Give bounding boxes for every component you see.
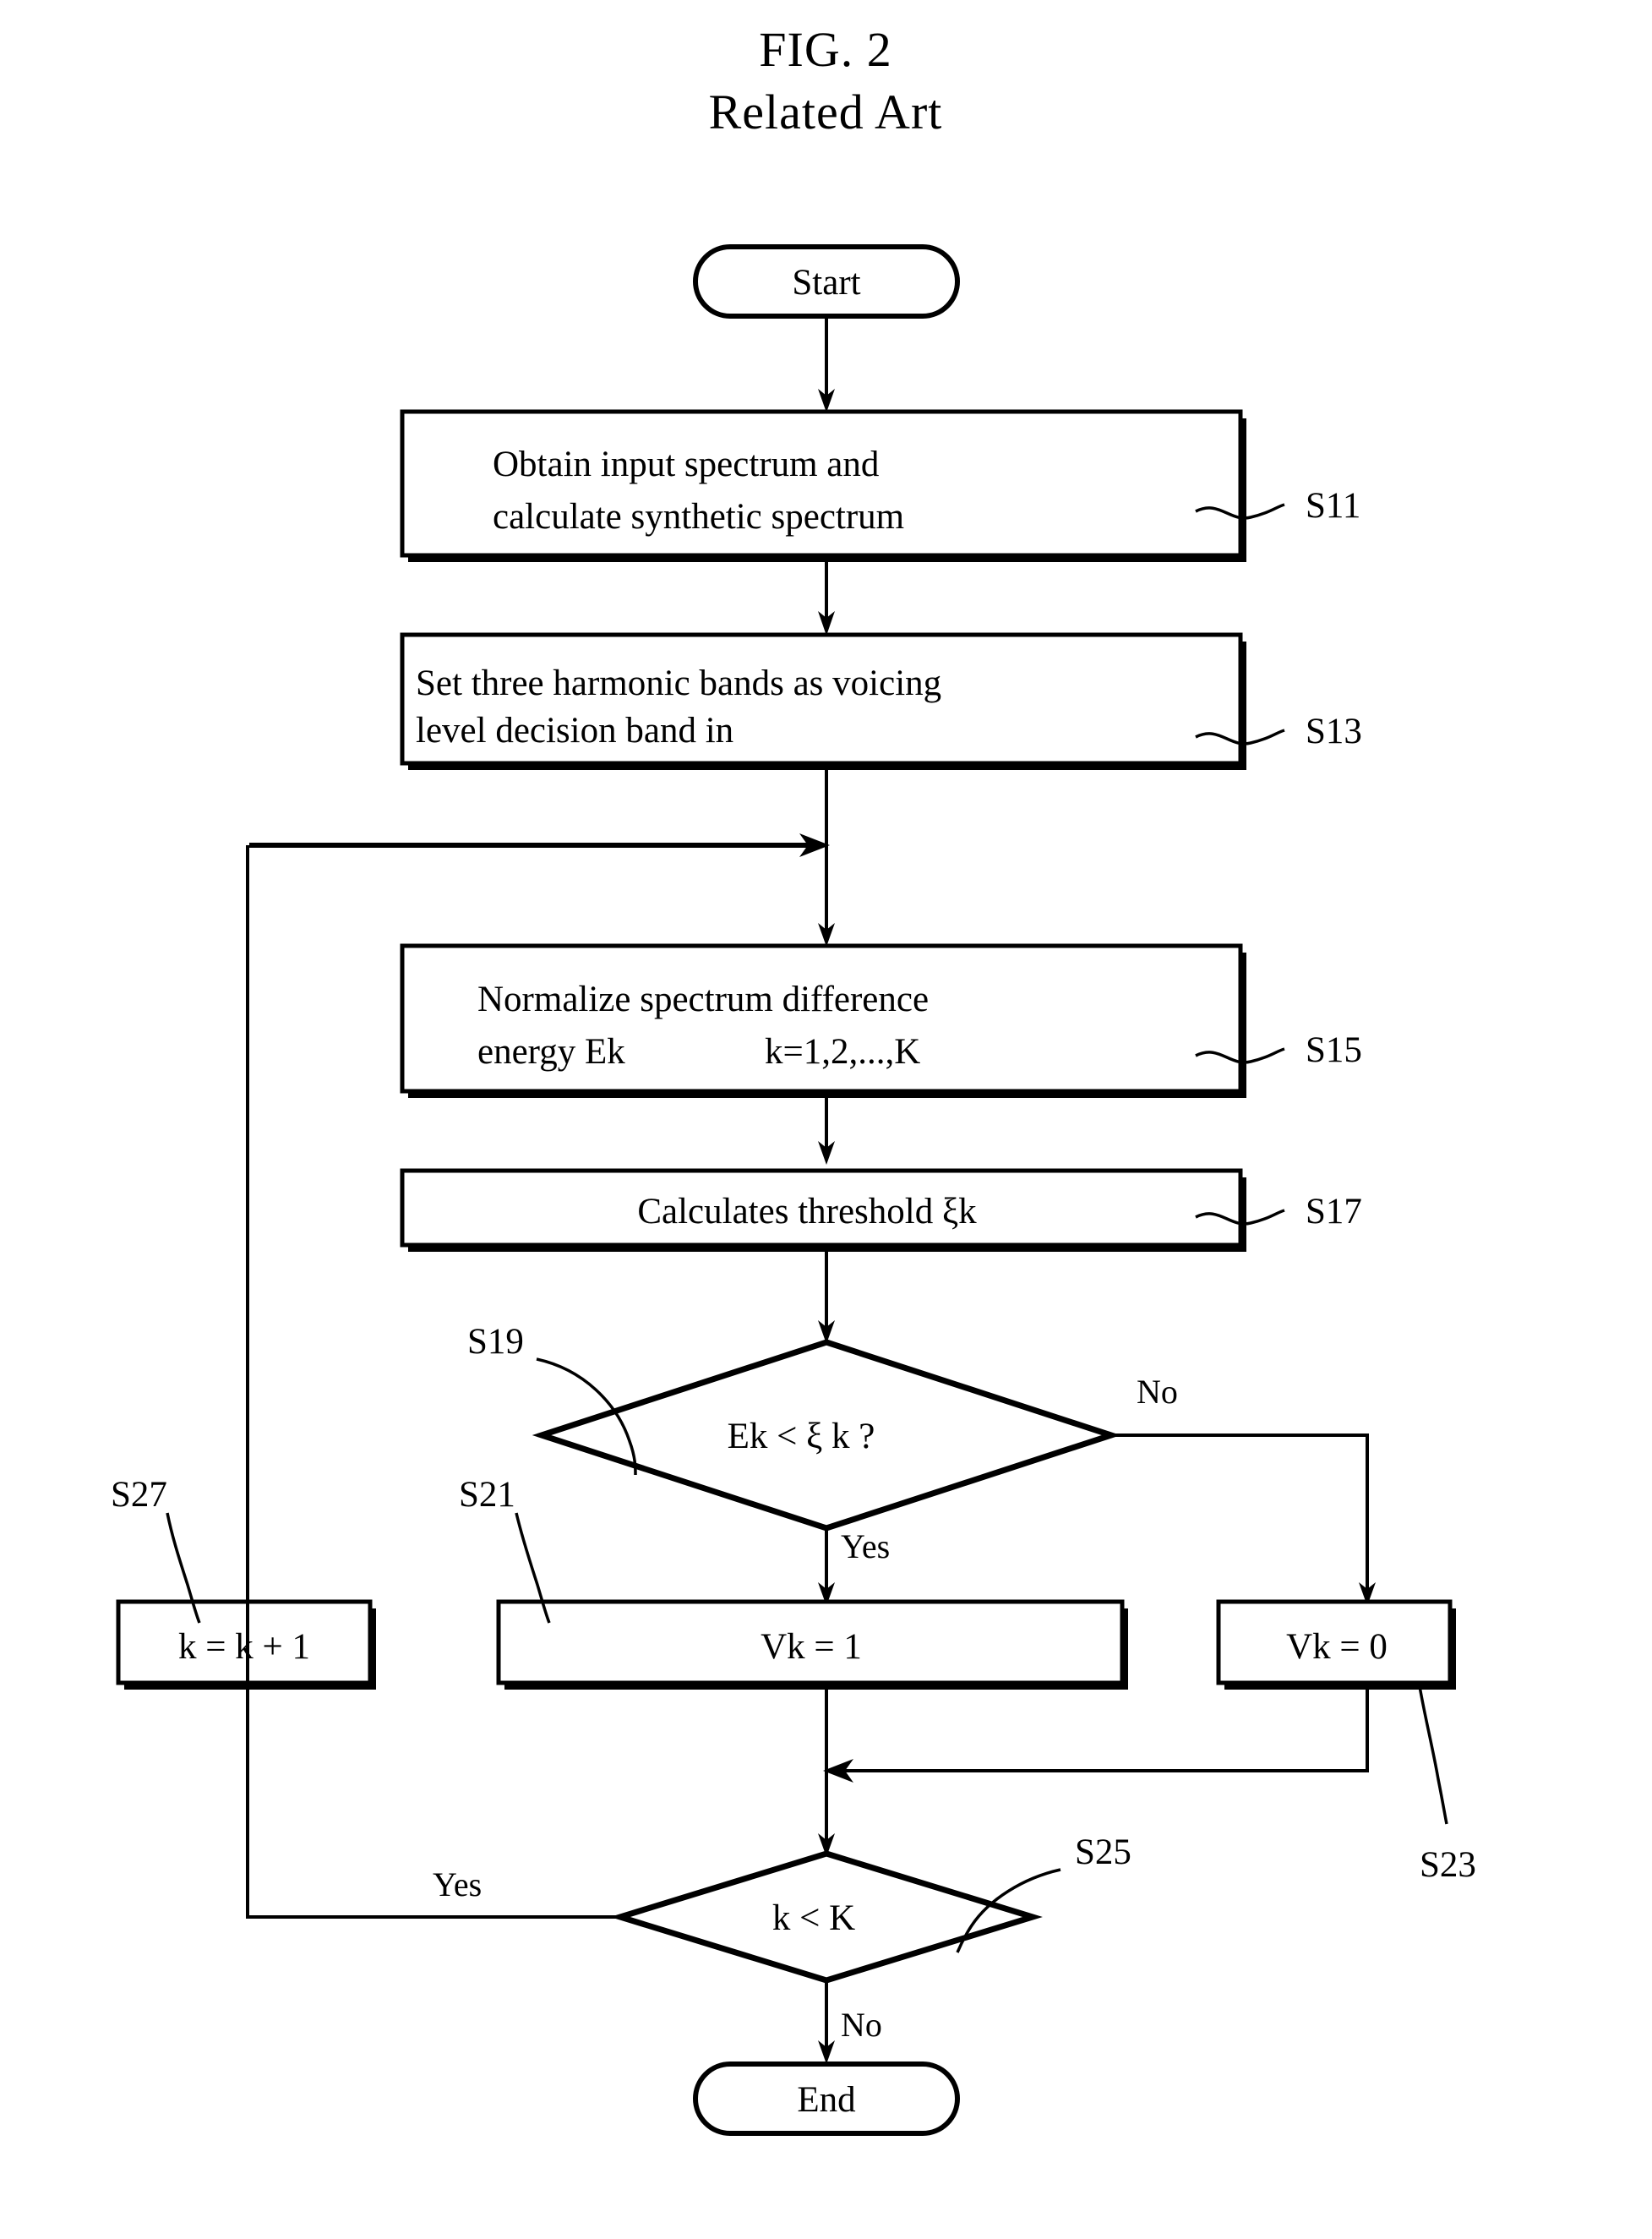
s11-text-line2: calculate synthetic spectrum	[493, 497, 904, 537]
s25-text: k < K	[772, 1898, 855, 1938]
figure-title-line2: Related Art	[709, 85, 943, 139]
s19-ref-label: S19	[467, 1322, 524, 1362]
s19-text: Ek < ξ k ?	[728, 1417, 875, 1456]
patent-figure-page: FIG. 2 Related Art Start Obtain input sp…	[0, 0, 1652, 2239]
s23-text: Vk = 0	[1286, 1627, 1388, 1667]
s19-no-label: No	[1137, 1373, 1178, 1411]
s17-text: Calculates threshold ξk	[637, 1192, 977, 1231]
s17-ref-label: S17	[1306, 1192, 1362, 1231]
s15-ref-label: S15	[1306, 1030, 1362, 1070]
start-label: Start	[792, 263, 860, 303]
s11-ref-label: S11	[1306, 486, 1360, 526]
s21-ref-label: S21	[459, 1475, 515, 1515]
edge-s23-merge	[838, 1683, 1369, 1772]
s25-ref-label: S25	[1075, 1832, 1131, 1872]
edge-s19-no-to-s23	[1111, 1434, 1369, 1596]
s25-no-label: No	[841, 2006, 882, 2044]
s21-text: Vk = 1	[761, 1627, 862, 1667]
s15-text-line2a: energy Ek	[477, 1032, 625, 1072]
s23-ref-label: S23	[1420, 1845, 1476, 1885]
s11-text-line1: Obtain input spectrum and	[493, 445, 879, 484]
s15-text-line1: Normalize spectrum difference	[477, 980, 929, 1019]
s19-yes-label: Yes	[841, 1527, 890, 1565]
s27-ref-label: S27	[111, 1475, 167, 1515]
figure-title-line1: FIG. 2	[759, 22, 891, 77]
s27-text: k = k + 1	[178, 1627, 310, 1667]
s13-text-line1: Set three harmonic bands as voicing	[416, 664, 941, 703]
flowchart-canvas: FIG. 2 Related Art Start Obtain input sp…	[111, 22, 1476, 2136]
s25-yes-label: Yes	[433, 1865, 482, 1903]
s15-text-line2b: k=1,2,...,K	[765, 1032, 920, 1072]
s13-text-line2: level decision band in	[416, 711, 733, 751]
s13-ref-label: S13	[1306, 712, 1362, 751]
end-label: End	[797, 2080, 855, 2120]
s23-ref-leader	[1418, 1685, 1448, 1825]
